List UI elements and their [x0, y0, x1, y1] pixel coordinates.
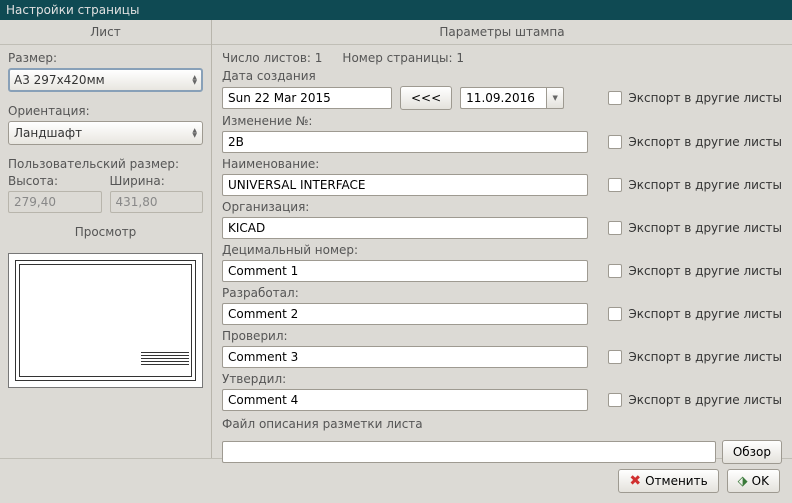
org-label: Организация:: [222, 200, 782, 214]
date-input[interactable]: [222, 87, 392, 109]
page-number: Номер страницы: 1: [342, 51, 464, 65]
date-label: Дата создания: [222, 69, 782, 83]
title-input[interactable]: [222, 174, 588, 196]
revision-label: Изменение №:: [222, 114, 782, 128]
combo-arrows-icon: ▲▼: [192, 128, 197, 138]
export-date-checkbox[interactable]: [608, 91, 622, 105]
comment4-label: Утвердил:: [222, 372, 782, 386]
comment2-label: Разработал:: [222, 286, 782, 300]
custom-size-label: Пользовательский размер:: [8, 157, 203, 171]
export-comment3-checkbox[interactable]: [608, 350, 622, 364]
export-label: Экспорт в другие листы: [628, 350, 782, 364]
width-label: Ширина:: [110, 174, 204, 188]
date-apply-button[interactable]: <<<: [400, 86, 452, 110]
comment4-input[interactable]: [222, 389, 588, 411]
ok-button[interactable]: ⬗ OK: [727, 469, 780, 493]
file-input[interactable]: [222, 441, 716, 463]
ok-label: OK: [752, 474, 769, 488]
comment3-label: Проверил:: [222, 329, 782, 343]
export-comment2-checkbox[interactable]: [608, 307, 622, 321]
export-label: Экспорт в другие листы: [628, 264, 782, 278]
height-label: Высота:: [8, 174, 102, 188]
width-input: [110, 191, 204, 213]
cancel-icon: ✖: [629, 473, 641, 489]
export-comment4-checkbox[interactable]: [608, 393, 622, 407]
size-value: A3 297x420мм: [14, 73, 105, 87]
comment2-input[interactable]: [222, 303, 588, 325]
orient-combo[interactable]: Ландшафт ▲▼: [8, 121, 203, 145]
export-revision-checkbox[interactable]: [608, 135, 622, 149]
export-title-checkbox[interactable]: [608, 178, 622, 192]
export-label: Экспорт в другие листы: [628, 221, 782, 235]
orient-label: Ориентация:: [8, 104, 203, 118]
sheet-count: Число листов: 1: [222, 51, 322, 65]
date-picker-dropdown[interactable]: ▼: [546, 87, 564, 109]
right-panel-header: Параметры штампа: [212, 20, 792, 45]
comment1-label: Децимальный номер:: [222, 243, 782, 257]
browse-button[interactable]: Обзор: [722, 440, 782, 464]
cancel-label: Отменить: [645, 474, 708, 488]
preview-label: Просмотр: [0, 219, 211, 245]
file-label: Файл описания разметки листа: [222, 417, 782, 431]
comment1-input[interactable]: [222, 260, 588, 282]
org-input[interactable]: [222, 217, 588, 239]
title-label: Наименование:: [222, 157, 782, 171]
export-label: Экспорт в другие листы: [628, 178, 782, 192]
size-label: Размер:: [8, 51, 203, 65]
export-label: Экспорт в другие листы: [628, 135, 782, 149]
height-input: [8, 191, 102, 213]
export-label: Экспорт в другие листы: [628, 307, 782, 321]
export-label: Экспорт в другие листы: [628, 393, 782, 407]
date-picker-input[interactable]: [460, 87, 546, 109]
size-combo[interactable]: A3 297x420мм ▲▼: [8, 68, 203, 92]
window-titlebar: Настройки страницы: [0, 0, 792, 20]
export-org-checkbox[interactable]: [608, 221, 622, 235]
orient-value: Ландшафт: [14, 126, 82, 140]
revision-input[interactable]: [222, 131, 588, 153]
comment3-input[interactable]: [222, 346, 588, 368]
ok-icon: ⬗: [738, 474, 748, 489]
export-comment1-checkbox[interactable]: [608, 264, 622, 278]
export-label: Экспорт в другие листы: [628, 91, 782, 105]
combo-arrows-icon: ▲▼: [192, 75, 197, 85]
cancel-button[interactable]: ✖ Отменить: [618, 469, 718, 493]
preview-area: [8, 253, 203, 388]
left-panel-header: Лист: [0, 20, 211, 45]
